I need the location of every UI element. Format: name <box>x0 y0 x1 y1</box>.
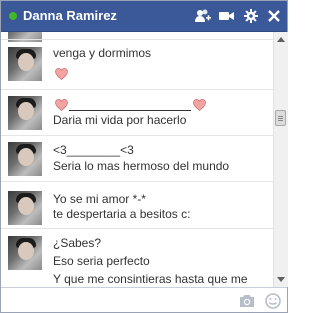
message-text: te despertaria a besitos c: <box>53 207 191 221</box>
add-friend-icon[interactable] <box>195 8 211 24</box>
contact-name[interactable]: Danna Ramirez <box>23 8 117 24</box>
avatar[interactable] <box>8 47 42 81</box>
message-list[interactable]: venga y dormimos Daria mi vida por hacer… <box>1 32 273 287</box>
camera-icon[interactable] <box>239 294 255 308</box>
online-status-dot <box>9 12 17 20</box>
scroll-down-arrow-icon[interactable] <box>277 277 285 282</box>
avatar[interactable] <box>8 236 42 270</box>
message-text: ¿Sabes? <box>53 236 102 250</box>
message-text: Seria lo mas hermoso del mundo <box>53 159 230 173</box>
avatar[interactable] <box>8 191 42 225</box>
text-underline <box>69 110 191 111</box>
chat-titlebar[interactable]: Danna Ramirez <box>1 1 287 32</box>
message-text: Yo se mi amor *-* <box>53 192 146 206</box>
gear-icon[interactable] <box>243 8 259 24</box>
message-group: Daria mi vida por hacerlo <box>1 89 273 136</box>
smiley-icon[interactable] <box>265 293 281 309</box>
message-text: Eso seria perfecto <box>53 254 150 268</box>
message-composer <box>1 287 287 312</box>
heart-emoticon-icon <box>193 99 206 111</box>
message-text: Daria mi vida por hacerlo <box>53 113 187 127</box>
chat-window: Danna Ramirez venga y dormimos Daria mi … <box>0 0 288 313</box>
heart-emoticon-icon <box>55 99 68 111</box>
scroll-thumb[interactable] <box>275 110 286 126</box>
avatar[interactable] <box>8 142 42 176</box>
message-input[interactable] <box>5 291 233 311</box>
message-group: ¿Sabes? Eso seria perfecto Y que me cons… <box>1 228 273 287</box>
scroll-up-arrow-icon[interactable] <box>277 37 285 42</box>
message-group: <3________<3 Seria lo mas hermoso del mu… <box>1 135 273 182</box>
heart-emoticon-icon <box>55 68 68 80</box>
message-group: Yo se mi amor *-* te despertaria a besit… <box>1 181 273 229</box>
avatar[interactable] <box>8 96 42 130</box>
message-text: venga y dormimos <box>53 46 152 60</box>
close-icon[interactable] <box>266 8 282 24</box>
message-text: Y que me consintieras hasta que me <box>53 272 248 286</box>
video-call-icon[interactable] <box>218 8 234 24</box>
message-text: <3________<3 <box>53 143 134 157</box>
message-scrollbar[interactable] <box>273 32 288 287</box>
